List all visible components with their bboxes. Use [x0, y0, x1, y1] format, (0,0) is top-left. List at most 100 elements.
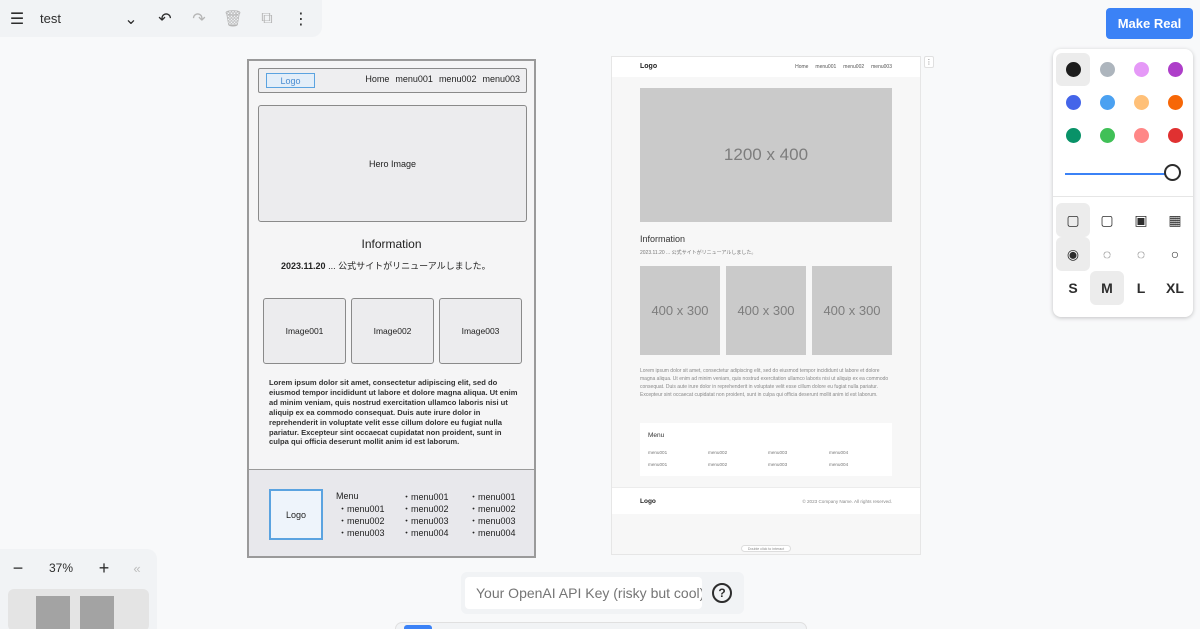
wireframe-footer-col: ・menu001 ・menu002 ・menu003 ・menu004 [469, 491, 516, 539]
document-title[interactable]: test [34, 11, 114, 26]
color-dot [1099, 128, 1115, 143]
style-panel: ▢ ▢ ▣ ▦ ◉ ◌ ◌ ○ S M L XL [1053, 49, 1193, 317]
generated-header: Logo Home menu001 menu002 menu003 [612, 57, 920, 77]
menu-icon[interactable]: ☰ [0, 0, 34, 37]
color-dot [1167, 95, 1183, 110]
generated-menu-link: menu002 [708, 462, 728, 467]
double-click-hint[interactable]: Double click to interact [741, 545, 791, 552]
generated-logo: Logo [640, 63, 658, 70]
bottom-toolbar [395, 622, 807, 629]
generated-copyright: © 2023 Company Name. All rights reserved… [802, 499, 892, 504]
wireframe-footer-link: ・menu003 [402, 516, 449, 526]
wireframe-nav-item: menu001 [395, 74, 433, 84]
opacity-slider[interactable] [1065, 156, 1181, 190]
fill-semi-icon[interactable]: ▢ [1090, 203, 1124, 237]
opacity-slider-thumb[interactable] [1164, 164, 1181, 181]
wireframe-footer-col: ・menu001 ・menu002 ・menu003 [338, 503, 385, 539]
color-dot [1133, 95, 1149, 110]
color-swatches [1053, 49, 1193, 152]
collapse-minimap-icon[interactable]: « [122, 561, 152, 576]
wireframe-footer-link: ・menu002 [338, 516, 385, 526]
top-toolbar: ☰ test ⌄ ↶ ↷ 🗑 ⧉ ⋮ [0, 0, 322, 37]
help-icon[interactable]: ? [712, 583, 732, 603]
redo-icon[interactable]: ↷ [182, 0, 216, 37]
undo-icon[interactable]: ↶ [148, 0, 182, 37]
more-icon[interactable]: ⋮ [284, 0, 318, 37]
generated-menu-title: Menu [648, 432, 665, 439]
wireframe-image: Image003 [439, 298, 522, 364]
size-label: XL [1166, 280, 1184, 296]
color-dot [1133, 128, 1149, 143]
opacity-slider-track[interactable] [1065, 173, 1171, 175]
generated-footer-logo: Logo [640, 498, 656, 505]
wireframe-image: Image002 [351, 298, 434, 364]
color-swatch[interactable] [1158, 53, 1192, 86]
wireframe-info-title: Information [361, 237, 422, 251]
color-swatch[interactable] [1158, 119, 1192, 152]
dash-dashed-icon[interactable]: ◌ [1090, 237, 1124, 271]
size-xl-button[interactable]: XL [1158, 271, 1192, 305]
generated-image: 400 x 300 [812, 266, 892, 355]
wireframe-news: 2023.11.20 ... 公式サイトがリニューアルしました。 [281, 259, 491, 272]
color-swatch[interactable] [1124, 53, 1158, 86]
color-swatch[interactable] [1090, 86, 1124, 119]
wireframe-nav-item: menu002 [438, 74, 477, 84]
wireframe-footer-col: ・menu001 ・menu002 ・menu003 ・menu004 [402, 491, 449, 539]
fill-solid-icon[interactable]: ▣ [1124, 203, 1158, 237]
generated-image: 400 x 300 [726, 266, 806, 355]
color-swatch[interactable] [1090, 53, 1124, 86]
size-m-button[interactable]: M [1090, 271, 1124, 305]
color-swatch[interactable] [1124, 86, 1158, 119]
generated-menu-link: menu004 [829, 462, 849, 467]
size-s-button[interactable]: S [1056, 271, 1090, 305]
zoom-level[interactable]: 37% [36, 561, 86, 575]
zoom-out-button[interactable]: − [0, 558, 36, 579]
active-tool-indicator[interactable] [404, 625, 432, 629]
make-real-button[interactable]: Make Real [1106, 8, 1193, 39]
wireframe-frame[interactable]: Logo Home menu001 menu002 menu003 Hero I… [247, 59, 536, 558]
wireframe-image: Image001 [263, 298, 346, 364]
chevron-down-icon[interactable]: ⌄ [114, 0, 148, 37]
generated-nav-item: menu003 [871, 64, 892, 70]
fill-style-row: ▢ ▢ ▣ ▦ ◉ ◌ ◌ ○ S M L XL [1053, 201, 1193, 307]
generated-nav-item: menu001 [815, 64, 837, 70]
zoom-panel: − 37% + « [0, 549, 157, 629]
generated-nav-item: menu002 [843, 64, 865, 70]
generated-menu-link: menu001 [648, 462, 668, 467]
zoom-in-button[interactable]: + [86, 558, 122, 579]
color-swatch[interactable] [1056, 119, 1090, 152]
dash-solid-icon[interactable]: ○ [1158, 237, 1192, 271]
wireframe-footer-link: ・menu002 [469, 504, 516, 514]
generated-menu-col: menu001 menu001 [648, 447, 667, 471]
wireframe-nav-item: menu003 [482, 74, 520, 84]
color-swatch[interactable] [1090, 119, 1124, 152]
size-l-button[interactable]: L [1124, 271, 1158, 305]
wireframe-footer-link: ・menu003 [469, 516, 516, 526]
generated-image: 400 x 300 [640, 266, 720, 355]
color-swatch[interactable] [1056, 53, 1090, 86]
frame-menu-icon[interactable]: ⋮ [924, 56, 934, 68]
color-swatch[interactable] [1158, 86, 1192, 119]
fill-none-icon[interactable]: ▢ [1056, 203, 1090, 237]
wireframe-footer-menu-title: Menu [336, 491, 359, 501]
api-key-panel: ? [461, 572, 744, 614]
dash-dotted-icon[interactable]: ◌ [1124, 237, 1158, 271]
generated-menu-link: menu003 [768, 462, 788, 467]
generated-menu-link: menu002 [708, 450, 728, 455]
fill-pattern-icon[interactable]: ▦ [1158, 203, 1192, 237]
duplicate-icon[interactable]: ⧉ [250, 0, 284, 37]
wireframe-nav: Home menu001 menu002 menu003 [365, 74, 520, 84]
minimap[interactable] [8, 589, 149, 629]
size-label: M [1101, 280, 1113, 296]
minimap-shape [80, 596, 114, 629]
generated-page-frame[interactable]: Logo Home menu001 menu002 menu003 1200 x… [611, 56, 921, 555]
dash-draw-icon[interactable]: ◉ [1056, 237, 1090, 271]
api-key-input[interactable] [465, 577, 702, 609]
panel-divider [1053, 196, 1193, 197]
trash-icon[interactable]: 🗑 [216, 0, 250, 37]
color-swatch[interactable] [1056, 86, 1090, 119]
wireframe-footer-link: ・menu002 [402, 504, 449, 514]
color-swatch[interactable] [1124, 119, 1158, 152]
wireframe-footer-link: ・menu003 [338, 528, 385, 538]
generated-news: 2023.11.20 ... 公式サイトがリニューアルしました。 [640, 250, 757, 256]
